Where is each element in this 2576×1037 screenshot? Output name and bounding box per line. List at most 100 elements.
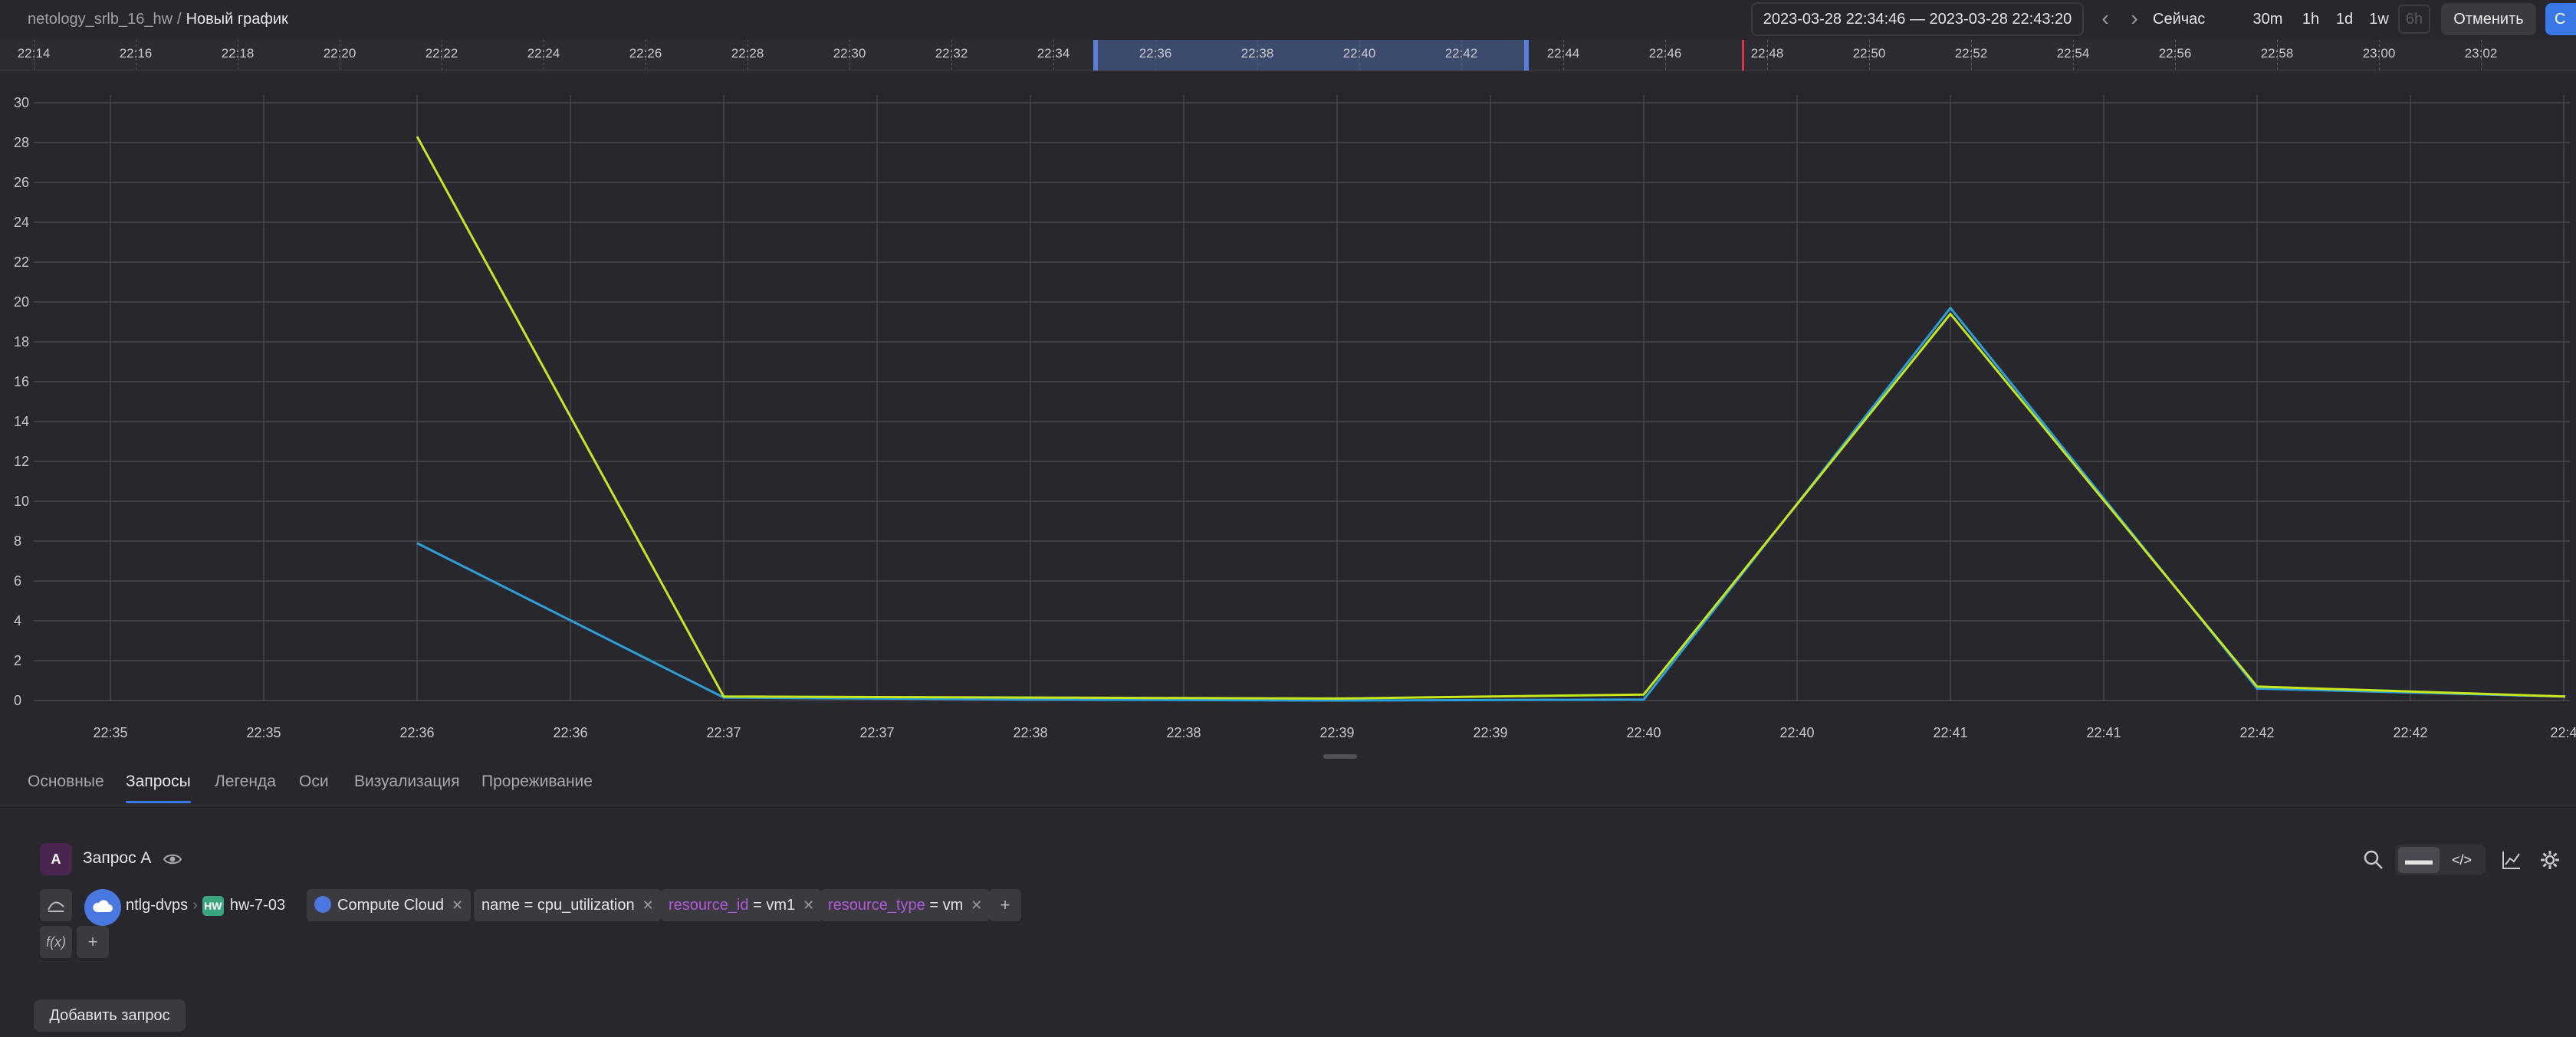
timeline-tick-label: 22:14	[17, 46, 51, 61]
gear-icon[interactable]	[2539, 849, 2561, 871]
timeline-tick-label: 22:16	[119, 46, 153, 61]
timeline-tick-label: 22:20	[323, 46, 356, 61]
timeline-tick-label: 22:36	[1138, 46, 1172, 61]
timeline-tick-label: 22:18	[221, 46, 255, 61]
tab-basic[interactable]: Основные	[28, 773, 104, 791]
top-bar: netology_srlb_16_hw / Новый график 2023-03…	[0, 0, 2576, 40]
save-button[interactable]: С	[2545, 3, 2576, 35]
series-line[interactable]	[416, 136, 2566, 700]
breadcrumb-separator: /	[177, 11, 182, 28]
editor-mode-toggle: ▬▬ </>	[2395, 845, 2486, 875]
settings-tabs: Основные Запросы Легенда Оси Визуализаци…	[0, 759, 2576, 806]
filter-op: =	[753, 897, 762, 914]
timeline-tick-label: 22:28	[731, 46, 764, 61]
tab-downsampling[interactable]: Прореживание	[481, 773, 593, 791]
filter-key: resource_type	[828, 897, 925, 914]
timeline-tick-label: 22:32	[935, 46, 968, 61]
date-range-picker[interactable]: 2023-03-28 22:34:46 — 2023-03-28 22:43:2…	[1751, 2, 2084, 36]
filter-chip-resource-id[interactable]: resource_id = vm1 ✕	[661, 889, 823, 921]
timeline-navigator[interactable]: 22:14 22:16 22:18 22:20 22:22 22:24 22:26 22:28…	[0, 40, 2576, 71]
x-tick-label: 22:39	[1473, 725, 1507, 740]
chevron-right-icon[interactable]: ›	[2124, 5, 2145, 34]
filter-op: =	[524, 897, 534, 914]
timeline-tick-label: 22:42	[1444, 46, 1478, 61]
x-tick-label: 22:40	[1779, 725, 1814, 740]
range-6h-button[interactable]: 6h	[2398, 5, 2430, 34]
chevron-left-icon[interactable]: ‹	[2095, 5, 2116, 34]
timeline-tick-label: 22:26	[629, 46, 662, 61]
eye-icon[interactable]	[163, 849, 182, 869]
line-type-icon[interactable]	[40, 889, 72, 921]
x-tick-label: 22:38	[1166, 725, 1201, 740]
breadcrumb: netology_srlb_16_hw / Новый график	[28, 9, 288, 29]
range-30m-button[interactable]: 30m	[2251, 5, 2285, 34]
tab-visualization[interactable]: Визуализация	[354, 773, 460, 791]
function-button[interactable]: f(x)	[40, 926, 72, 958]
y-tick-label: 18	[14, 334, 29, 349]
range-1w-button[interactable]: 1w	[2364, 5, 2394, 34]
selection-start-handle[interactable]	[1093, 40, 1098, 71]
timeline-tick-label: 22:52	[1954, 46, 1988, 61]
series-line[interactable]	[416, 307, 2566, 702]
filter-value: vm	[942, 897, 964, 914]
timeline-tick-label: 23:02	[2464, 46, 2498, 61]
x-tick-label: 22:39	[1319, 725, 1354, 740]
tab-queries[interactable]: Запросы	[126, 773, 191, 803]
filter-key: name	[481, 897, 521, 914]
y-tick-label: 14	[14, 414, 29, 429]
chart-svg: 02468101214161820222426283022:35 22:35 22:…	[14, 95, 2576, 740]
tab-legend[interactable]: Легенда	[215, 773, 276, 791]
breadcrumb-project[interactable]: netology_srlb_16_hw	[28, 11, 172, 28]
x-tick-label: 22:42	[2239, 725, 2274, 740]
now-button[interactable]: Сейчас	[2153, 5, 2205, 34]
y-tick-label: 4	[14, 613, 21, 628]
y-tick-label: 20	[14, 294, 29, 310]
range-1d-button[interactable]: 1d	[2331, 5, 2358, 34]
add-filter-button[interactable]: +	[989, 889, 1021, 921]
tab-axes[interactable]: Оси	[299, 773, 329, 791]
close-icon[interactable]: ✕	[444, 898, 463, 913]
y-tick-label: 2	[14, 653, 21, 668]
timeline-tick-label: 22:40	[1342, 46, 1376, 61]
filter-chip-resource-type[interactable]: resource_type = vm ✕	[820, 889, 991, 921]
y-tick-label: 16	[14, 374, 29, 389]
x-tick-label: 22:40	[1626, 725, 1661, 740]
range-1h-button[interactable]: 1h	[2297, 5, 2325, 34]
timeline-tick-label: 23:00	[2362, 46, 2396, 61]
filter-chip-name[interactable]: name = cpu_utilization ✕	[474, 889, 662, 921]
y-tick-label: 8	[14, 533, 21, 549]
timeline-tick-label: 22:38	[1240, 46, 1274, 61]
timeline-tick-label: 22:44	[1546, 46, 1580, 61]
visual-editor-icon[interactable]: ▬▬	[2398, 847, 2440, 873]
filter-value: cpu_utilization	[537, 897, 635, 914]
y-tick-label: 0	[14, 693, 21, 708]
filter-value: vm1	[766, 897, 796, 914]
x-tick-label: 22:37	[706, 725, 741, 740]
chart-icon[interactable]	[2501, 849, 2522, 871]
x-tick-label: 22:4	[2550, 725, 2576, 740]
y-tick-label: 12	[14, 454, 29, 469]
y-tick-label: 28	[14, 135, 29, 150]
y-tick-label: 10	[14, 494, 29, 509]
query-letter-badge[interactable]: A	[40, 843, 72, 875]
selection-end-handle[interactable]	[1524, 40, 1529, 71]
close-icon[interactable]: ✕	[635, 898, 654, 913]
service-chip[interactable]: Compute Cloud ✕	[307, 889, 472, 921]
query-name[interactable]: Запрос A	[83, 849, 151, 868]
x-tick-label: 22:35	[93, 725, 127, 740]
close-icon[interactable]: ✕	[963, 898, 982, 913]
line-chart[interactable]: 0 2 4 6 8 10 12 14 16 18 20 22 24 26 28 30 22:35 22:35 22:…	[0, 71, 2576, 751]
timeline-tick-label: 22:58	[2260, 46, 2294, 61]
cloud-selector[interactable]: ntlg-dvps › HW hw-7-03	[126, 889, 285, 921]
code-editor-icon[interactable]: </>	[2441, 847, 2482, 873]
close-icon[interactable]: ✕	[795, 898, 814, 913]
add-query-button[interactable]: Добавить запрос	[34, 999, 186, 1032]
search-icon[interactable]	[2363, 849, 2384, 871]
cloud-icon[interactable]	[84, 889, 121, 926]
timeline-tick-label: 22:48	[1750, 46, 1784, 61]
x-tick-label: 22:38	[1013, 725, 1047, 740]
add-function-button[interactable]: +	[77, 926, 109, 958]
filter-op: =	[929, 897, 938, 914]
cancel-button[interactable]: Отменить	[2441, 3, 2536, 35]
y-tick-label: 6	[14, 573, 21, 589]
